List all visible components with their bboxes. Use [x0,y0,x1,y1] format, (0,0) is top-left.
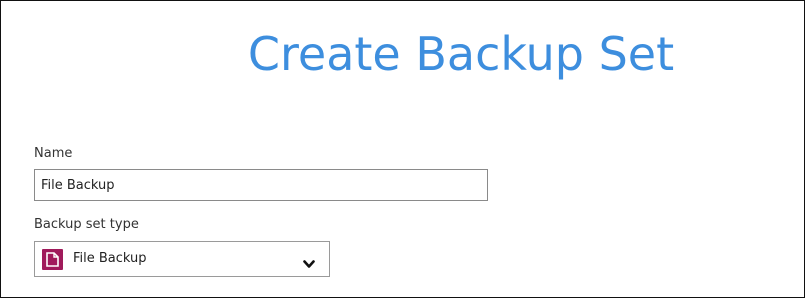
file-icon [42,249,63,270]
backup-set-type-value: File Backup [73,251,147,266]
name-label: Name [34,146,73,161]
page-title: Create Backup Set [247,27,675,81]
name-input[interactable] [34,169,488,201]
chevron-down-icon [303,254,315,273]
backup-set-type-select[interactable]: File Backup [34,241,330,277]
create-backup-set-panel: Create Backup Set Name Backup set type F… [0,0,805,298]
backup-set-type-label: Backup set type [34,217,139,232]
